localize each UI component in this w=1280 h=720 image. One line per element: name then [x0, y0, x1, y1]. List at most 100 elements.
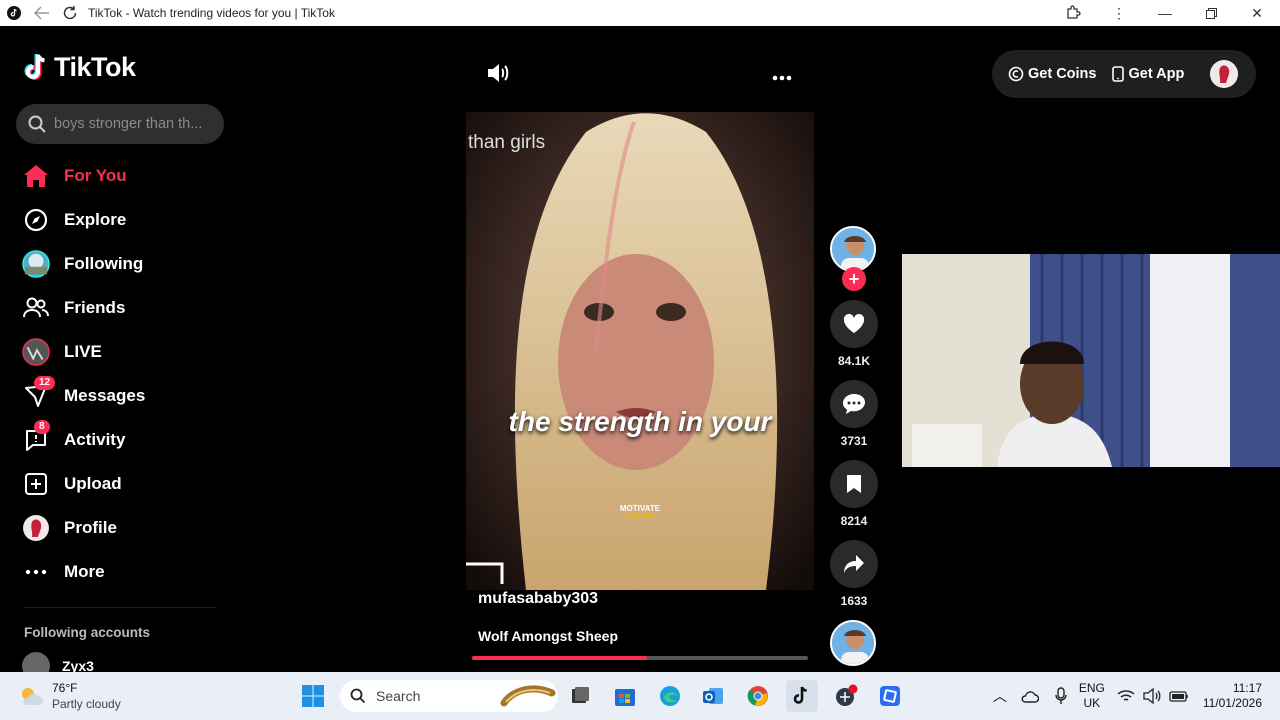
taskbar-search-label: Search	[376, 688, 421, 704]
extensions-icon[interactable]	[1050, 0, 1096, 26]
sidebar-item-label: Messages	[64, 386, 146, 405]
header-actions: Get Coins Get App	[992, 50, 1256, 98]
get-app-label: Get App	[1128, 66, 1185, 82]
language-indicator[interactable]: ENG UK	[1079, 681, 1105, 711]
store-icon[interactable]	[609, 680, 641, 712]
sidebar-item-friends[interactable]: Friends	[0, 286, 240, 330]
show-hidden-icons-icon[interactable]: ︿	[993, 686, 1007, 706]
tiktok-app: TikTok boys stronger than th... For You …	[0, 26, 1280, 672]
sidebar-item-live[interactable]: LIVE	[0, 330, 240, 374]
user-avatar[interactable]	[1210, 60, 1239, 88]
messages-badge: 12	[34, 376, 56, 390]
volume-icon[interactable]	[486, 62, 510, 89]
video-controls-top	[466, 56, 814, 92]
tiktok-taskbar-icon[interactable]	[786, 680, 818, 712]
upload-icon	[22, 470, 50, 498]
bookmark-count: 8214	[840, 514, 868, 528]
sidebar-item-label: Upload	[64, 474, 122, 493]
edge-icon[interactable]	[654, 680, 686, 712]
browser-titlebar: TikTok - Watch trending videos for you |…	[0, 0, 1280, 26]
following-account-item[interactable]: Zyx3	[22, 652, 94, 672]
app-notification-icon[interactable]	[830, 680, 862, 712]
sidebar-item-messages[interactable]: 12 Messages	[0, 374, 240, 418]
creator-avatar[interactable]	[830, 226, 876, 272]
sidebar-item-label: Following	[64, 254, 144, 273]
window-title: TikTok - Watch trending videos for you |…	[88, 6, 335, 20]
tiktok-favicon-icon	[0, 0, 28, 26]
sidebar-item-label: LIVE	[64, 342, 102, 361]
partly-cloudy-icon	[22, 688, 43, 705]
video-player[interactable]: than girls the strength in your MOTIVATE…	[466, 112, 814, 590]
sidebar-item-more[interactable]: More	[0, 550, 240, 594]
share-icon	[844, 555, 864, 573]
onedrive-status-icon[interactable]	[1021, 688, 1039, 704]
microphone-icon[interactable]	[1055, 687, 1067, 705]
video-actions: 84.1K 3731 8214 1633	[830, 226, 878, 666]
task-view-icon[interactable]	[564, 680, 596, 712]
video-description: Wolf Amongst Sheep	[478, 628, 618, 644]
clock-date: 11/01/2026	[1202, 696, 1262, 710]
compass-icon	[22, 206, 50, 234]
minimize-icon[interactable]: —	[1142, 0, 1188, 26]
sidebar-item-label: Profile	[64, 518, 117, 537]
weather-widget[interactable]: 76°F Partly cloudy	[18, 680, 121, 712]
sidebar-item-label: Activity	[64, 430, 126, 449]
roblox-icon[interactable]	[874, 680, 906, 712]
system-tray: ︿ ENG UK 11:17 11/01/2026	[993, 672, 1280, 720]
battery-icon[interactable]	[1169, 689, 1189, 703]
video-progress-bar[interactable]	[472, 656, 808, 660]
follow-plus-button[interactable]: +	[842, 267, 866, 291]
search-input[interactable]: boys stronger than th...	[16, 104, 224, 144]
sidebar-item-profile[interactable]: Profile	[0, 506, 240, 550]
activity-icon: 8	[22, 420, 50, 454]
tiktok-logo-icon	[24, 53, 45, 80]
live-avatar-icon	[22, 338, 50, 366]
search-highlight-icon	[500, 685, 556, 707]
outlook-icon[interactable]	[697, 680, 729, 712]
coin-icon	[1008, 66, 1024, 82]
heart-icon	[843, 314, 865, 333]
sidebar-item-upload[interactable]: Upload	[0, 462, 240, 506]
bookmark-button[interactable]	[830, 460, 878, 508]
wifi-icon[interactable]	[1117, 689, 1135, 703]
back-arrow-icon[interactable]	[28, 0, 56, 26]
video-author[interactable]: mufasababy303	[478, 590, 598, 608]
messages-icon: 12	[22, 376, 56, 410]
restore-icon[interactable]	[1188, 0, 1234, 26]
like-button[interactable]	[830, 300, 878, 348]
watermark-top: MOTIVATE	[619, 504, 661, 513]
get-app-button[interactable]: Get App	[1112, 66, 1184, 82]
clock-time: 11:17	[1232, 681, 1262, 695]
sidebar-item-label: More	[64, 562, 105, 581]
sound-avatar[interactable]	[830, 620, 876, 666]
sidebar-item-explore[interactable]: Explore	[0, 198, 240, 242]
comment-count: 3731	[840, 434, 868, 448]
comment-button[interactable]	[830, 380, 878, 428]
get-coins-label: Get Coins	[1028, 66, 1097, 82]
clock[interactable]: 11:17 11/01/2026	[1203, 681, 1262, 711]
browser-menu-icon[interactable]: ⋮	[1096, 0, 1142, 26]
reload-icon[interactable]	[56, 0, 84, 26]
taskbar-search[interactable]: Search	[340, 680, 558, 712]
webcam-feed	[902, 254, 1280, 467]
more-dots-icon	[22, 558, 50, 586]
activity-badge: 8	[34, 420, 50, 434]
get-coins-button[interactable]: Get Coins	[1008, 66, 1096, 82]
phone-icon	[1112, 66, 1125, 82]
sidebar-item-for-you[interactable]: For You	[0, 154, 240, 198]
following-accounts-title: Following accounts	[24, 625, 151, 640]
start-button[interactable]	[297, 680, 329, 712]
volume-icon[interactable]	[1143, 688, 1161, 704]
sidebar-item-following[interactable]: Following	[0, 242, 240, 286]
like-count: 84.1K	[837, 354, 871, 368]
chrome-icon[interactable]	[742, 680, 774, 712]
video-more-options-icon[interactable]	[772, 68, 792, 86]
share-button[interactable]	[830, 540, 878, 588]
sidebar-item-activity[interactable]: 8 Activity	[0, 418, 240, 462]
tiktok-logo[interactable]: TikTok	[24, 52, 136, 83]
following-avatar-icon	[22, 250, 50, 278]
close-icon[interactable]: ✕	[1234, 0, 1280, 26]
friends-icon	[22, 294, 50, 322]
weather-desc: Partly cloudy	[52, 697, 121, 711]
video-watermark: MOTIVATE MENTOR!	[466, 504, 814, 522]
